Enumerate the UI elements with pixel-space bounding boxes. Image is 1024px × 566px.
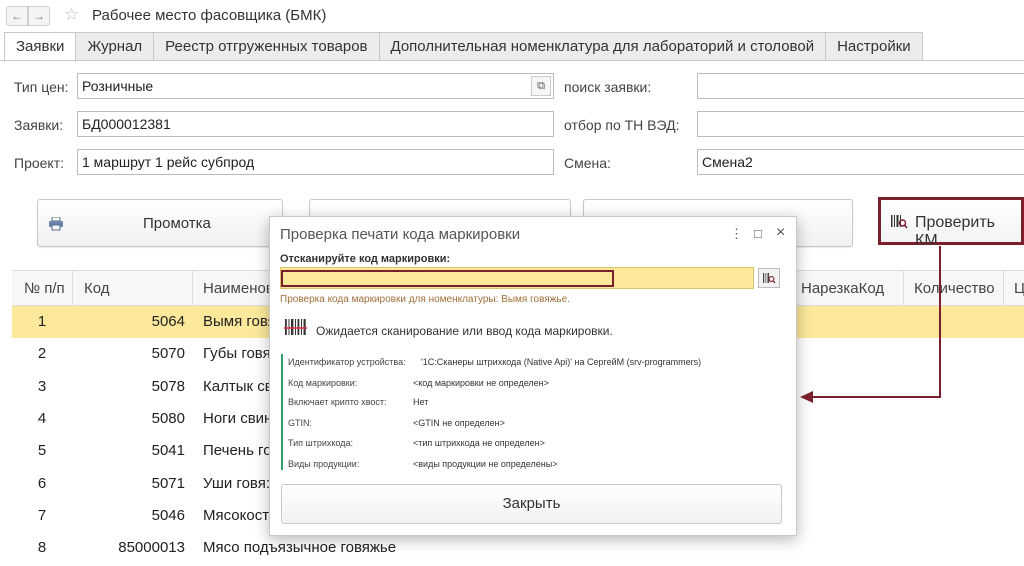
promotka-button[interactable]: Промотка xyxy=(37,199,283,247)
tab-journal[interactable]: Журнал xyxy=(75,32,155,61)
row-number: 8 xyxy=(37,539,47,557)
back-arrow-icon[interactable]: ← xyxy=(6,6,28,26)
tab-additional-nomenclature[interactable]: Дополнительная номенклатура для лаборато… xyxy=(378,32,827,61)
info-value: <код маркировки не определен> xyxy=(413,378,549,388)
info-label: Код маркировки: xyxy=(288,378,358,388)
row-number: 7 xyxy=(37,506,47,524)
row-name: Калтык св xyxy=(203,377,273,395)
price-type-value: Розничные xyxy=(82,78,154,94)
row-name: Ноги свин xyxy=(203,409,273,427)
window-titlebar: ← → ☆ Рабочее место фасовщика (БМК) xyxy=(0,0,1024,32)
col-separator xyxy=(192,271,193,306)
row-name: Вымя говя xyxy=(203,313,276,330)
col-code[interactable]: Код xyxy=(84,280,110,297)
info-label: Включает крипто хвост: xyxy=(288,397,387,407)
tab-shipped-registry[interactable]: Реестр отгруженных товаров xyxy=(153,32,380,61)
check-km-label: Проверить КМ xyxy=(915,214,996,249)
project-value: 1 маршрут 1 рейс субпрод xyxy=(82,154,255,170)
check-km-button[interactable]: Проверить КМ xyxy=(878,197,1024,249)
info-indicator-bar xyxy=(281,354,283,470)
search-order-input[interactable] xyxy=(697,73,1024,99)
scanner-icon[interactable] xyxy=(758,268,780,288)
orders-label: Заявки: xyxy=(14,117,64,133)
col-price[interactable]: Ц xyxy=(1014,280,1024,297)
price-type-label: Тип цен: xyxy=(14,79,69,95)
info-value: Нет xyxy=(413,397,429,407)
shift-label: Смена: xyxy=(564,155,611,171)
project-label: Проект: xyxy=(14,155,65,171)
col-num[interactable]: № п/п xyxy=(24,280,65,297)
row-number: 4 xyxy=(37,409,47,427)
orders-value: БД000012381 xyxy=(82,116,171,132)
shift-value: Смена2 xyxy=(702,154,753,170)
tnved-filter-input[interactable] xyxy=(697,111,1024,137)
row-name: Мясокост xyxy=(203,506,270,524)
row-number: 1 xyxy=(37,313,47,330)
tab-orders[interactable]: Заявки xyxy=(4,32,77,62)
tabs-divider xyxy=(0,60,1024,61)
table-row[interactable]: 8 85000013 Мясо подъязычное говяжье xyxy=(12,532,1024,564)
row-number: 2 xyxy=(37,345,47,363)
row-number: 3 xyxy=(37,377,47,395)
row-code: 5041 xyxy=(151,442,185,460)
scan-prompt: Отсканируйте код маркировки: xyxy=(280,253,451,265)
info-value: <виды продукции не определены> xyxy=(413,459,558,469)
row-code: 5078 xyxy=(151,377,185,395)
favorite-star-icon[interactable]: ☆ xyxy=(64,5,79,25)
dialog-close-icon[interactable]: × xyxy=(776,224,785,242)
info-value: <тип штрихкода не определен> xyxy=(413,438,545,448)
main-tabs: Заявки Журнал Реестр отгруженных товаров… xyxy=(4,32,923,62)
row-code: 85000013 xyxy=(118,539,185,557)
dialog-maximize-icon[interactable]: □ xyxy=(754,226,762,241)
orders-field[interactable]: БД000012381 xyxy=(77,111,554,137)
waiting-status: Ожидается сканирование или ввод кода мар… xyxy=(316,324,613,338)
barcode-search-icon xyxy=(891,215,908,229)
row-number: 6 xyxy=(37,474,47,492)
row-name: Губы говя xyxy=(203,345,271,363)
price-type-field[interactable]: Розничные ⧉ xyxy=(77,73,554,99)
row-name: Печень го xyxy=(203,442,272,460)
info-value: '1С:Сканеры штрихкода (Native Api)' на С… xyxy=(421,357,702,367)
dialog-title: Проверка печати кода маркировки xyxy=(280,226,521,243)
row-name: Мясо подъязычное говяжье xyxy=(203,539,397,557)
nomenclature-note: Проверка кода маркировки для номенклатур… xyxy=(280,294,570,305)
row-code: 5064 xyxy=(151,313,185,330)
close-button[interactable]: Закрыть xyxy=(281,484,782,524)
tnved-filter-label: отбор по ТН ВЭД: xyxy=(564,117,680,133)
shift-field[interactable]: Смена2 xyxy=(697,149,1024,175)
col-separator xyxy=(903,271,904,306)
row-code: 5070 xyxy=(151,345,185,363)
row-number: 5 xyxy=(37,442,47,460)
tab-settings[interactable]: Настройки xyxy=(825,32,923,61)
col-separator xyxy=(1003,271,1004,306)
row-code: 5080 xyxy=(151,409,185,427)
search-order-label: поиск заявки: xyxy=(564,79,652,95)
promotka-label: Промотка xyxy=(143,215,211,232)
printer-icon xyxy=(49,217,63,231)
marking-code-dialog: Проверка печати кода маркировки ⋮ □ × От… xyxy=(269,216,797,536)
open-form-icon[interactable]: ⧉ xyxy=(531,76,551,96)
window-title: Рабочее место фасовщика (БМК) xyxy=(92,7,327,24)
col-quantity[interactable]: Количество xyxy=(914,280,995,297)
input-highlight xyxy=(281,270,614,287)
info-label: Виды продукции: xyxy=(288,459,360,469)
dialog-menu-icon[interactable]: ⋮ xyxy=(730,226,743,242)
row-code: 5046 xyxy=(151,506,185,524)
row-code: 5071 xyxy=(151,474,185,492)
info-value: <GTIN не определен> xyxy=(413,418,505,428)
barcode-icon xyxy=(284,319,307,335)
project-field[interactable]: 1 маршрут 1 рейс субпрод xyxy=(77,149,554,175)
col-cut-code[interactable]: НарезкаКод xyxy=(801,280,884,297)
info-label: Идентификатор устройства: xyxy=(288,357,406,367)
col-name[interactable]: Наименов xyxy=(203,280,274,297)
col-separator xyxy=(72,271,73,306)
forward-arrow-icon[interactable]: → xyxy=(28,6,50,26)
row-name: Уши говя: xyxy=(203,474,271,492)
info-label: GTIN: xyxy=(288,418,312,428)
info-label: Тип штрихкода: xyxy=(288,438,353,448)
